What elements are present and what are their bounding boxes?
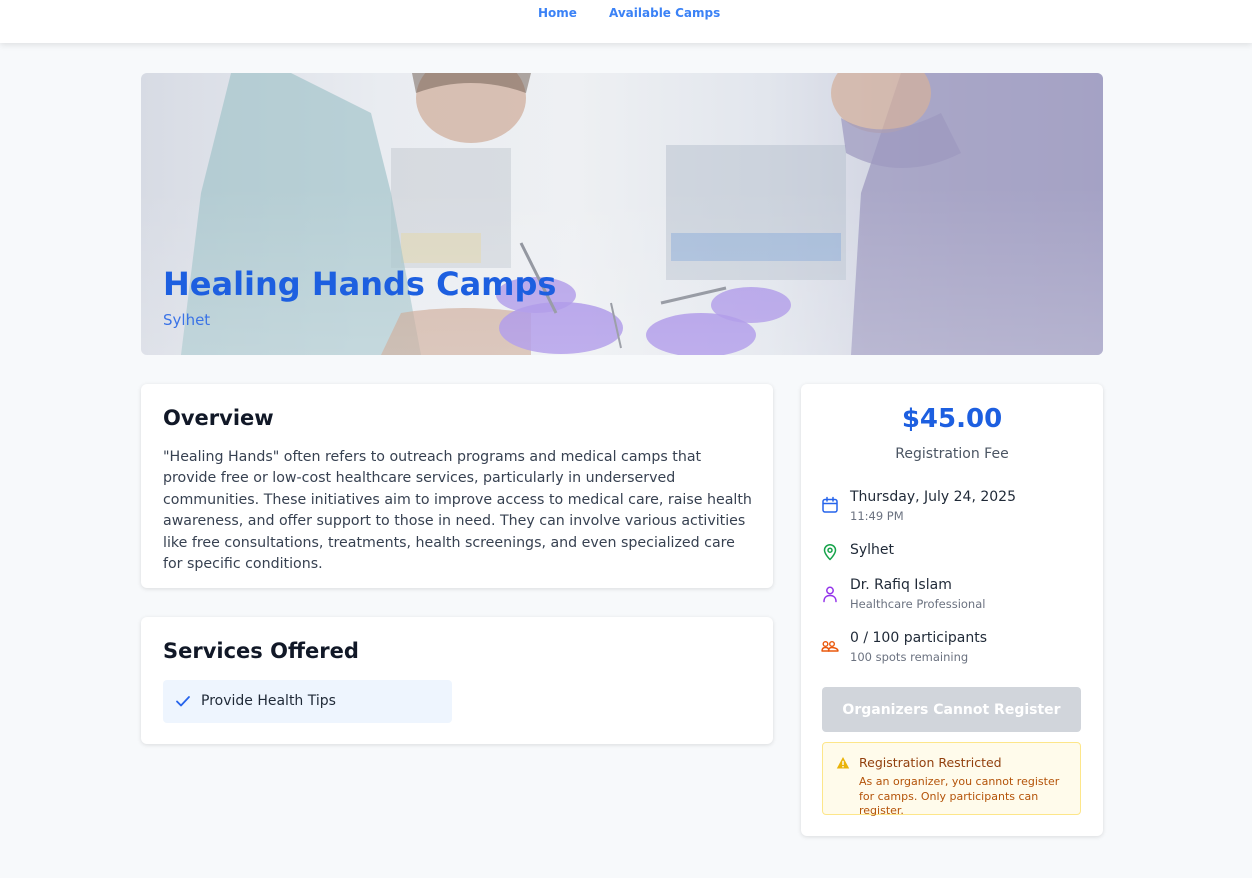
service-label: Provide Health Tips	[201, 693, 336, 709]
camp-title: Healing Hands Camps	[163, 265, 557, 303]
hero-banner: Healing Hands Camps Sylhet	[141, 73, 1103, 355]
participant-count: 0 / 100 participants	[850, 630, 988, 646]
restriction-message: As an organizer, you cannot register for…	[859, 775, 1060, 817]
participants-icon	[821, 641, 839, 652]
camp-location: Sylhet	[163, 311, 211, 329]
check-icon	[176, 696, 190, 707]
camp-date: Thursday, July 24, 2025	[850, 489, 1016, 505]
service-item: Provide Health Tips	[163, 680, 452, 723]
nav-home-link[interactable]: Home	[538, 6, 577, 20]
warning-icon	[836, 757, 850, 769]
overview-heading: Overview	[163, 406, 274, 430]
map-pin-icon	[823, 544, 837, 561]
camp-time: 11:49 PM	[850, 509, 904, 523]
registration-fee-label: Registration Fee	[895, 446, 1009, 462]
nav-available-camps-link[interactable]: Available Camps	[609, 6, 720, 20]
services-heading: Services Offered	[163, 639, 359, 663]
registration-sidebar: $45.00 Registration Fee Thursday, July 2…	[801, 384, 1103, 836]
spots-remaining: 100 spots remaining	[850, 650, 969, 664]
registration-restricted-notice: Registration Restricted As an organizer,…	[822, 742, 1081, 817]
overview-description: "Healing Hands" often refers to outreach…	[163, 449, 752, 573]
organizer-name: Dr. Rafiq Islam	[850, 577, 952, 593]
overview-card: Overview "Healing Hands" often refers to…	[141, 384, 773, 588]
camp-location-detail: Sylhet	[850, 542, 895, 558]
restriction-title: Registration Restricted	[859, 755, 1002, 770]
calendar-icon	[822, 496, 838, 513]
top-nav-bar: Home Available Camps	[0, 0, 1252, 43]
register-button[interactable]: Organizers Cannot Register	[822, 687, 1081, 732]
services-card: Services Offered Provide Health Tips	[141, 617, 773, 744]
registration-fee: $45.00	[901, 404, 1003, 434]
organizer-role: Healthcare Professional	[850, 597, 986, 611]
user-icon	[823, 586, 837, 603]
